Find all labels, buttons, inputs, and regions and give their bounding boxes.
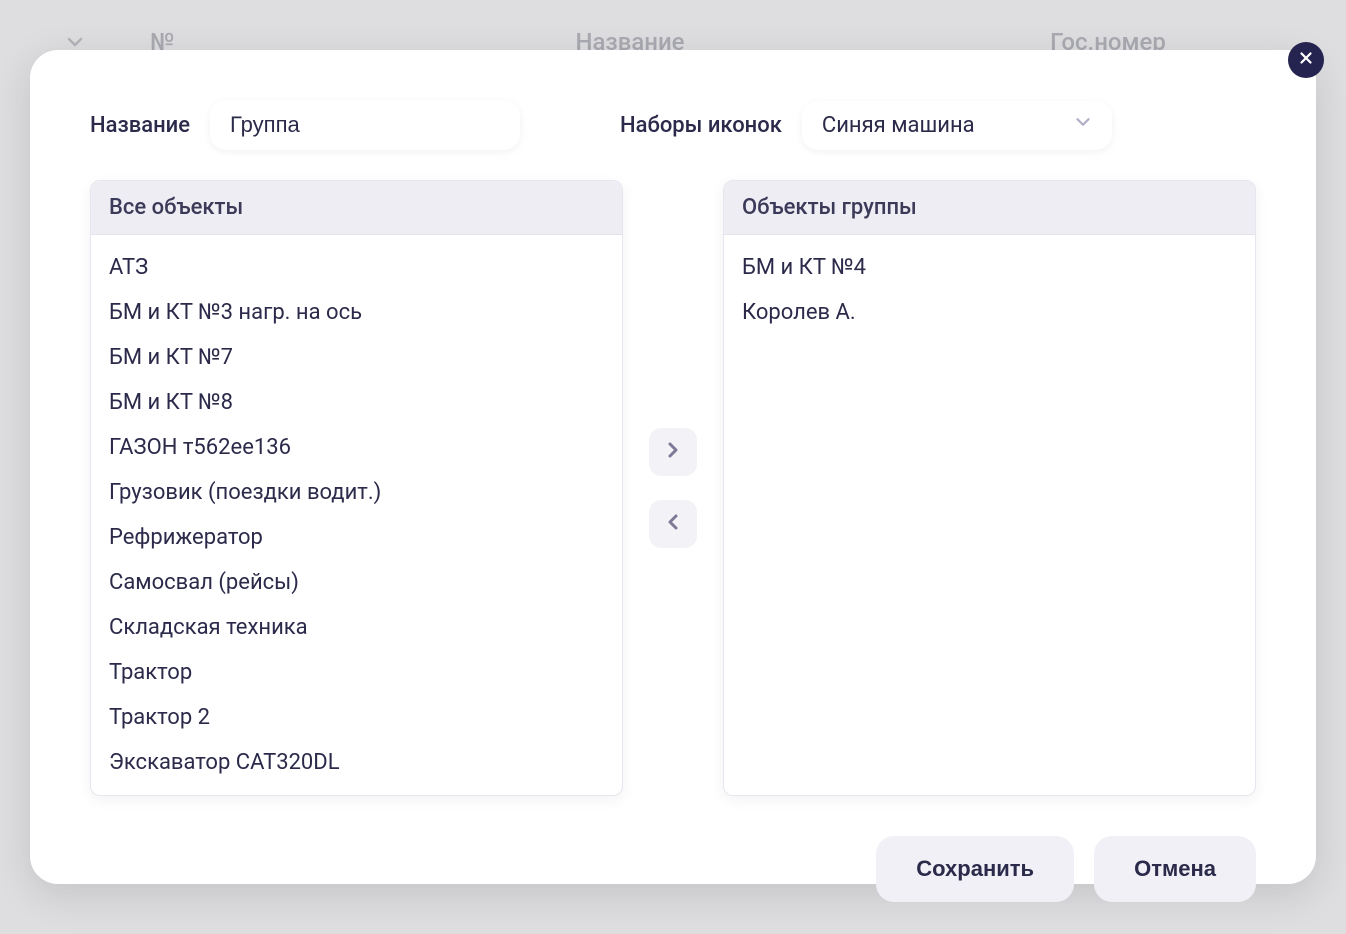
modal-footer: Сохранить Отмена — [90, 796, 1256, 902]
list-item[interactable]: Трактор — [109, 650, 614, 695]
list-item[interactable]: Рефрижератор — [109, 515, 614, 560]
close-icon — [1297, 49, 1315, 71]
list-item[interactable]: Королев А. — [742, 290, 1247, 335]
iconset-label: Наборы иконок — [620, 113, 782, 138]
list-item[interactable]: БМ и КТ №7 — [109, 335, 614, 380]
chevron-right-icon — [661, 438, 685, 466]
list-item[interactable]: Грузовик (поездки водит.) — [109, 470, 614, 515]
form-row: Название Наборы иконок Синяя машина — [90, 100, 1256, 150]
edit-group-modal: Название Наборы иконок Синяя машина Все … — [30, 50, 1316, 884]
chevron-left-icon — [661, 510, 685, 538]
name-input[interactable] — [210, 100, 520, 150]
list-item[interactable]: Трактор 2 — [109, 695, 614, 740]
list-item[interactable]: Складская техника — [109, 605, 614, 650]
list-item[interactable]: БМ и КТ №4 — [742, 245, 1247, 290]
all-objects-panel: Все объекты АТЗБМ и КТ №3 нагр. на осьБМ… — [90, 180, 623, 796]
group-objects-panel: Объекты группы БМ и КТ №4Королев А. — [723, 180, 1256, 796]
group-objects-header: Объекты группы — [724, 181, 1255, 235]
close-button[interactable] — [1288, 42, 1324, 78]
list-item[interactable]: Самосвал (рейсы) — [109, 560, 614, 605]
iconset-selected-value: Синяя машина — [822, 113, 975, 138]
name-label: Название — [90, 113, 190, 138]
list-item[interactable]: ГАЗОН т562ее136 — [109, 425, 614, 470]
list-item[interactable]: БМ и КТ №8 — [109, 380, 614, 425]
group-objects-list[interactable]: БМ и КТ №4Королев А. — [724, 235, 1255, 795]
dual-list-transfer: Все объекты АТЗБМ и КТ №3 нагр. на осьБМ… — [90, 180, 1256, 796]
list-item[interactable]: АТЗ — [109, 245, 614, 290]
move-left-button[interactable] — [649, 500, 697, 548]
cancel-button[interactable]: Отмена — [1094, 836, 1256, 902]
iconset-select[interactable]: Синяя машина — [802, 101, 1112, 150]
list-item[interactable]: БМ и КТ №3 нагр. на ось — [109, 290, 614, 335]
chevron-down-icon — [1072, 111, 1094, 139]
all-objects-header: Все объекты — [91, 181, 622, 235]
transfer-controls — [623, 180, 723, 796]
all-objects-list[interactable]: АТЗБМ и КТ №3 нагр. на осьБМ и КТ №7БМ и… — [91, 235, 622, 795]
list-item[interactable]: Экскаватор CAT320DL — [109, 740, 614, 785]
save-button[interactable]: Сохранить — [876, 836, 1074, 902]
move-right-button[interactable] — [649, 428, 697, 476]
